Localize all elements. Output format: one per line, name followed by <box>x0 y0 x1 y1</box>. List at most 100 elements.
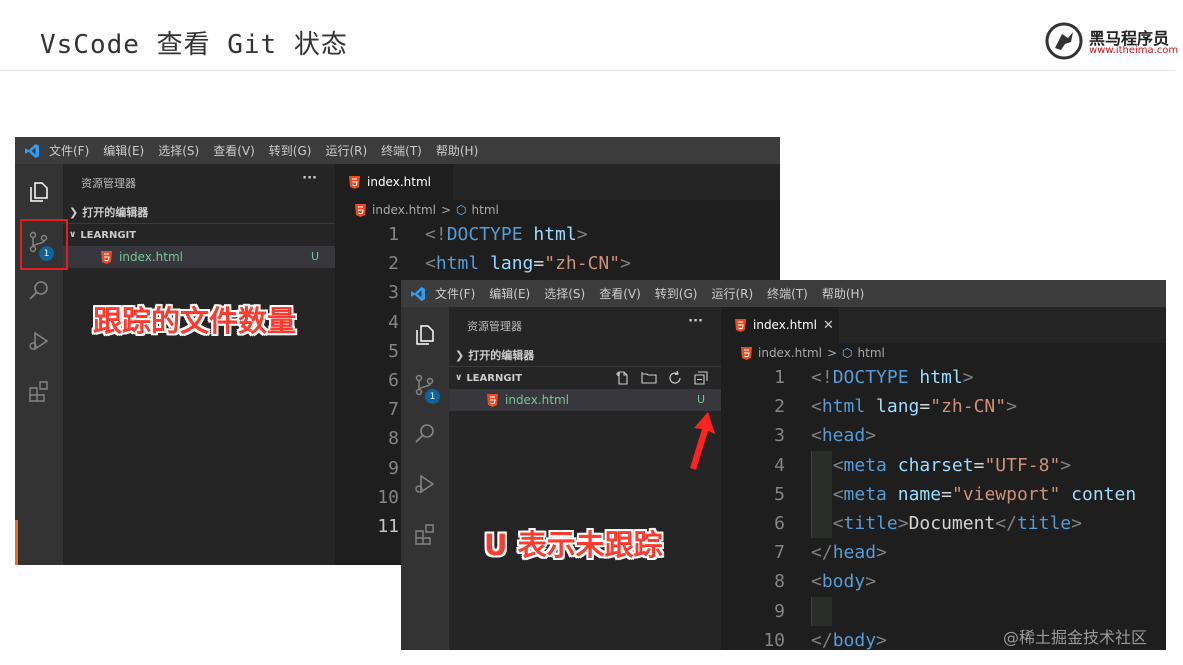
new-file-icon[interactable] <box>615 370 631 386</box>
file-item-index-html[interactable]: index.html U <box>449 389 721 411</box>
collapse-all-icon[interactable] <box>693 370 709 386</box>
code-line: 7 </head> <box>721 538 1166 567</box>
line-number: 4 <box>388 311 399 333</box>
code-line: 3 <head> <box>721 421 1166 450</box>
explorer-icon[interactable] <box>15 169 63 215</box>
explorer-icon[interactable] <box>401 312 449 358</box>
menu-run[interactable]: 运行(R) <box>325 142 367 159</box>
menu-selection[interactable]: 选择(S) <box>544 285 585 302</box>
menu-view[interactable]: 查看(V) <box>599 285 641 302</box>
extensions-icon[interactable] <box>15 368 63 414</box>
search-icon[interactable] <box>15 268 63 314</box>
line-number: 10 <box>377 486 399 508</box>
line-number: 7 <box>774 542 785 564</box>
title-divider <box>0 70 1175 71</box>
code-text: <meta name="viewport" conten <box>832 483 1137 505</box>
code-text: <meta charset="UTF-8"> <box>832 454 1072 476</box>
line-number: 11 <box>377 515 399 537</box>
breadcrumb: index.html > ⬡ html <box>335 200 780 220</box>
line-number: 4 <box>774 454 785 476</box>
line-number: 6 <box>774 512 785 534</box>
slide-title: VsCode 查看 Git 状态 <box>40 30 348 60</box>
folder-section[interactable]: ∨ LEARNGIT <box>63 223 335 246</box>
menu-terminal[interactable]: 终端(T) <box>381 142 422 159</box>
extensions-icon[interactable] <box>401 511 449 557</box>
line-number: 8 <box>388 428 399 450</box>
code-text: <body> <box>811 571 877 593</box>
menu-terminal[interactable]: 终端(T) <box>767 285 808 302</box>
code-line: 5 <meta name="viewport" conten <box>721 479 1166 509</box>
refresh-icon[interactable] <box>667 370 683 386</box>
tab-bar: index.html ✕ <box>721 307 1166 343</box>
horse-logo-icon <box>1045 22 1083 60</box>
chevron-right-icon: ❯ <box>455 348 465 362</box>
open-editors-section[interactable]: ❯ 打开的编辑器 <box>63 201 335 223</box>
tab-index-html[interactable]: index.html ✕ <box>721 307 839 343</box>
line-number: 1 <box>774 367 785 388</box>
menu-file[interactable]: 文件(F) <box>435 285 475 302</box>
search-icon[interactable] <box>401 411 449 457</box>
html5-icon <box>485 392 499 408</box>
code-text: <html lang="zh-CN"> <box>425 253 631 275</box>
run-debug-icon[interactable] <box>15 318 63 364</box>
breadcrumb-separator: > <box>440 203 452 217</box>
scm-count-badge: 1 <box>425 389 440 404</box>
more-actions-icon[interactable]: ··· <box>302 171 317 186</box>
breadcrumb-symbol[interactable]: html <box>858 346 885 360</box>
file-name: index.html <box>119 250 183 264</box>
menu-edit[interactable]: 编辑(E) <box>489 285 530 302</box>
line-number: 7 <box>388 399 399 421</box>
status-strip <box>15 520 18 565</box>
code-editor[interactable]: 1 <!DOCTYPE html> 2 <html lang="zh-CN"> … <box>721 363 1166 650</box>
menu-edit[interactable]: 编辑(E) <box>103 142 144 159</box>
menu-selection[interactable]: 选择(S) <box>158 142 199 159</box>
code-line: 6 <title>Document</title> <box>721 508 1166 538</box>
untracked-status: U <box>310 250 319 263</box>
arrow-up-icon <box>690 412 715 470</box>
highlight-box <box>20 219 68 270</box>
folder-section[interactable]: ∨ LEARNGIT <box>449 366 721 389</box>
tab-index-html[interactable]: index.html <box>335 164 453 200</box>
menu-run[interactable]: 运行(R) <box>711 285 753 302</box>
code-line: 2 <html lang="zh-CN"> <box>721 392 1166 421</box>
menu-view[interactable]: 查看(V) <box>213 142 255 159</box>
chevron-down-icon: ∨ <box>455 373 463 383</box>
chevron-right-icon: ❯ <box>69 205 79 219</box>
code-line: 8 <body> <box>721 567 1166 596</box>
file-item-index-html[interactable]: index.html U <box>63 246 335 268</box>
watermark: @稀土掘金技术社区 <box>1003 628 1148 647</box>
line-number: 2 <box>388 253 399 275</box>
callout-untracked: U 表示未跟踪 <box>484 528 663 562</box>
code-line: 4 <meta charset="UTF-8"> <box>721 450 1166 480</box>
html5-icon <box>99 249 113 265</box>
run-debug-icon[interactable] <box>401 461 449 507</box>
breadcrumb: index.html > ⬡ html <box>721 343 1166 363</box>
tab-bar: index.html <box>335 164 780 200</box>
menu-help[interactable]: 帮助(H) <box>822 285 864 302</box>
menu-bar: 文件(F) 编辑(E) 选择(S) 查看(V) 转到(G) 运行(R) 终端(T… <box>401 280 1166 307</box>
source-control-icon[interactable]: 1 <box>401 362 449 408</box>
html5-icon <box>733 317 747 333</box>
more-actions-icon[interactable]: ··· <box>688 314 703 329</box>
html5-icon <box>739 345 753 361</box>
breadcrumb-separator: > <box>826 346 838 360</box>
close-icon[interactable]: ✕ <box>823 318 834 333</box>
breadcrumb-file[interactable]: index.html <box>758 346 822 360</box>
explorer-sidebar: 资源管理器 ··· ❯ 打开的编辑器 ∨ LEARNGIT index.html… <box>63 164 335 565</box>
folder-label: LEARNGIT <box>80 229 137 241</box>
new-folder-icon[interactable] <box>641 370 657 386</box>
menu-go[interactable]: 转到(G) <box>655 285 698 302</box>
breadcrumb-file[interactable]: index.html <box>372 203 436 217</box>
open-editors-section[interactable]: ❯ 打开的编辑器 <box>449 344 721 366</box>
line-number: 8 <box>774 571 785 593</box>
breadcrumb-symbol[interactable]: html <box>472 203 499 217</box>
menu-go[interactable]: 转到(G) <box>269 142 312 159</box>
line-number: 2 <box>774 396 785 418</box>
cube-icon: ⬡ <box>842 346 853 360</box>
menu-file[interactable]: 文件(F) <box>49 142 89 159</box>
line-number: 9 <box>774 600 785 622</box>
code-line: 9 <box>721 596 1166 626</box>
code-text: <head> <box>811 425 877 447</box>
line-number: 10 <box>763 629 785 650</box>
menu-help[interactable]: 帮助(H) <box>436 142 478 159</box>
